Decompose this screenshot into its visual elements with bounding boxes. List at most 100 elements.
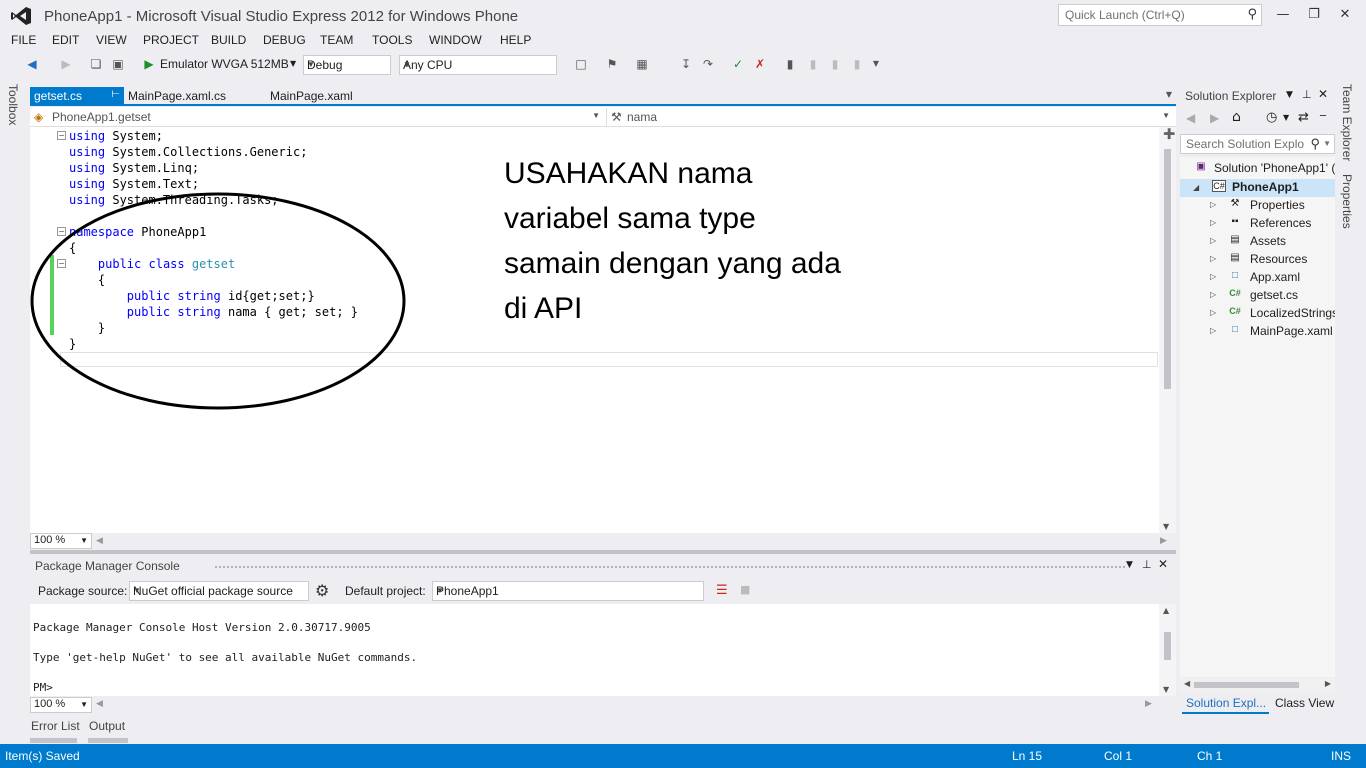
menu-tools[interactable]: TOOLS [372,33,412,47]
menu-view[interactable]: VIEW [96,33,127,47]
chevron-down-icon[interactable]: ▼ [1323,139,1331,148]
split-icon[interactable]: ➕ [1163,129,1175,140]
platform-combo[interactable]: Any CPU ▼ [399,55,557,75]
pin-icon[interactable]: ⊥ [1142,558,1152,571]
collapsed-arrow-icon[interactable]: ▷ [1210,236,1216,245]
tab-error-list[interactable]: Error List [31,719,80,733]
chevron-down-icon[interactable]: ▼ [1126,560,1133,570]
sync-icon[interactable]: ⇄ [1298,110,1309,125]
panel-splitter[interactable] [30,550,1176,554]
scroll-left-icon[interactable]: ◀ [1184,679,1190,688]
tab-solution-explorer[interactable]: Solution Expl... [1186,696,1266,710]
comment-icon[interactable]: ✓ [730,56,746,72]
quick-launch-input[interactable]: Quick Launch (Ctrl+Q) ⚲ [1058,4,1262,26]
solution-explorer-hscrollbar[interactable]: ◀ ▶ [1180,678,1335,692]
search-icon[interactable]: ⚲ [1310,136,1320,152]
collapsed-arrow-icon[interactable]: ▷ [1210,290,1216,299]
previous-bookmark-icon[interactable]: ▮ [805,56,821,72]
stop-icon[interactable]: ■ [740,583,750,596]
navigate-forward-icon[interactable]: ▶ [58,56,74,72]
collapsed-arrow-icon[interactable]: ▷ [1210,254,1216,263]
collapsed-arrow-icon[interactable]: ▷ [1210,308,1216,317]
default-project-combo[interactable]: PhoneApp1 ▼ [432,581,704,601]
scroll-left-icon[interactable]: ◀ [96,699,103,709]
collapsed-arrow-icon[interactable]: ▷ [1210,272,1216,281]
menu-edit[interactable]: EDIT [52,33,79,47]
clear-console-icon[interactable]: ☰ [716,583,728,598]
chevron-down-icon[interactable]: ▼ [290,59,296,68]
step-into-icon[interactable]: ↧ [678,56,694,72]
tree-project[interactable]: ◢ C# PhoneApp1 [1180,179,1335,197]
gear-icon[interactable]: ⚙ [315,581,329,600]
member-combo[interactable]: ⚒ nama ▼ [606,108,1172,126]
menu-team[interactable]: TEAM [320,33,353,47]
console-output[interactable]: Package Manager Console Host Version 2.0… [30,604,1176,696]
scrollbar-thumb[interactable] [1164,632,1171,660]
more-icon[interactable]: ─ [1320,111,1326,122]
close-icon[interactable]: ✕ [1158,557,1168,571]
tab-mainpage-xaml-cs[interactable]: MainPage.xaml.cs [124,87,264,106]
tab-properties[interactable]: Properties [1340,174,1354,229]
device-icon[interactable]: □ [573,56,589,72]
menu-project[interactable]: PROJECT [143,33,199,47]
start-debugging-icon[interactable]: ▶ [141,56,157,72]
console-prompt[interactable]: PM> [33,681,53,694]
code-editor[interactable]: − − − using System; using System.Collect… [30,127,1176,533]
forward-icon[interactable]: ▶ [1210,111,1219,125]
tab-team-explorer[interactable]: Team Explorer [1340,84,1354,161]
bookmark-icon[interactable]: ▮ [782,56,798,72]
solution-explorer-search-input[interactable]: Search Solution Explo ⚲ ▼ [1180,134,1335,154]
collapse-icon[interactable]: − [57,131,66,140]
console-vertical-scrollbar[interactable]: ▲ ▼ [1159,604,1176,696]
editor-vertical-scrollbar[interactable]: ➕ ▼ [1159,127,1176,533]
pin-icon[interactable]: ⊢ [111,89,120,100]
clear-bookmarks-icon[interactable]: ▮ [849,56,865,72]
collapsed-arrow-icon[interactable]: ▷ [1210,326,1216,335]
find-in-files-icon[interactable]: ⚑ [604,56,620,72]
expanded-arrow-icon[interactable]: ◢ [1193,183,1199,192]
uncomment-icon[interactable]: ✗ [752,56,768,72]
close-window-button[interactable]: ✕ [1330,4,1360,26]
close-icon[interactable]: ✕ [1318,87,1328,101]
scroll-down-icon[interactable]: ▼ [1163,685,1169,694]
scroll-left-icon[interactable]: ◀ [96,536,103,546]
tab-getset-cs[interactable]: getset.cs ⊢ [30,87,124,106]
scroll-up-icon[interactable]: ▲ [1163,606,1169,615]
minimize-button[interactable]: — [1268,4,1298,26]
tab-mainpage-xaml[interactable]: MainPage.xaml [266,87,406,106]
solution-configurations-icon[interactable]: ▦ [634,56,650,72]
chevron-down-icon[interactable]: ▼ [1286,90,1293,100]
scroll-right-icon[interactable]: ▶ [1160,536,1167,546]
save-all-icon[interactable]: ▣ [110,56,126,72]
chevron-down-icon[interactable]: ▼ [1283,113,1289,122]
collapsed-arrow-icon[interactable]: ▷ [1210,200,1216,209]
package-source-combo[interactable]: NuGet official package source ▼ [129,581,309,601]
back-icon[interactable]: ◀ [1186,111,1195,125]
scroll-right-icon[interactable]: ▶ [1325,679,1331,688]
type-combo[interactable]: ◈ PhoneApp1.getset ▼ [32,108,602,126]
scroll-down-icon[interactable]: ▼ [1163,522,1169,531]
toolbox-tab[interactable]: Toolbox [6,84,26,144]
menu-build[interactable]: BUILD [211,33,246,47]
tab-class-view[interactable]: Class View [1275,696,1334,710]
configuration-combo[interactable]: Debug ▼ [303,55,391,75]
toolbar-overflow-icon[interactable]: ▼ [868,56,884,72]
pin-icon[interactable]: ⊥ [1302,88,1312,101]
menu-help[interactable]: HELP [500,33,531,47]
menu-file[interactable]: FILE [11,33,36,47]
tab-output[interactable]: Output [89,719,125,733]
collapsed-arrow-icon[interactable]: ▷ [1210,218,1216,227]
editor-zoom-combo[interactable]: 100 % ▼ [30,533,92,549]
navigate-back-icon[interactable]: ◀ [24,56,40,72]
next-bookmark-icon[interactable]: ▮ [827,56,843,72]
scroll-right-icon[interactable]: ▶ [1145,699,1152,709]
new-project-icon[interactable]: ❏ [88,56,104,72]
scrollbar-thumb[interactable] [1164,149,1171,389]
restore-button[interactable]: ❐ [1299,4,1329,26]
step-over-icon[interactable]: ↷ [700,56,716,72]
tab-overflow-icon[interactable]: ▼ [1166,90,1172,99]
menu-debug[interactable]: DEBUG [263,33,306,47]
scrollbar-thumb[interactable] [1194,682,1299,688]
home-icon[interactable]: ⌂ [1232,109,1241,125]
history-icon[interactable]: ◷ [1266,110,1277,125]
